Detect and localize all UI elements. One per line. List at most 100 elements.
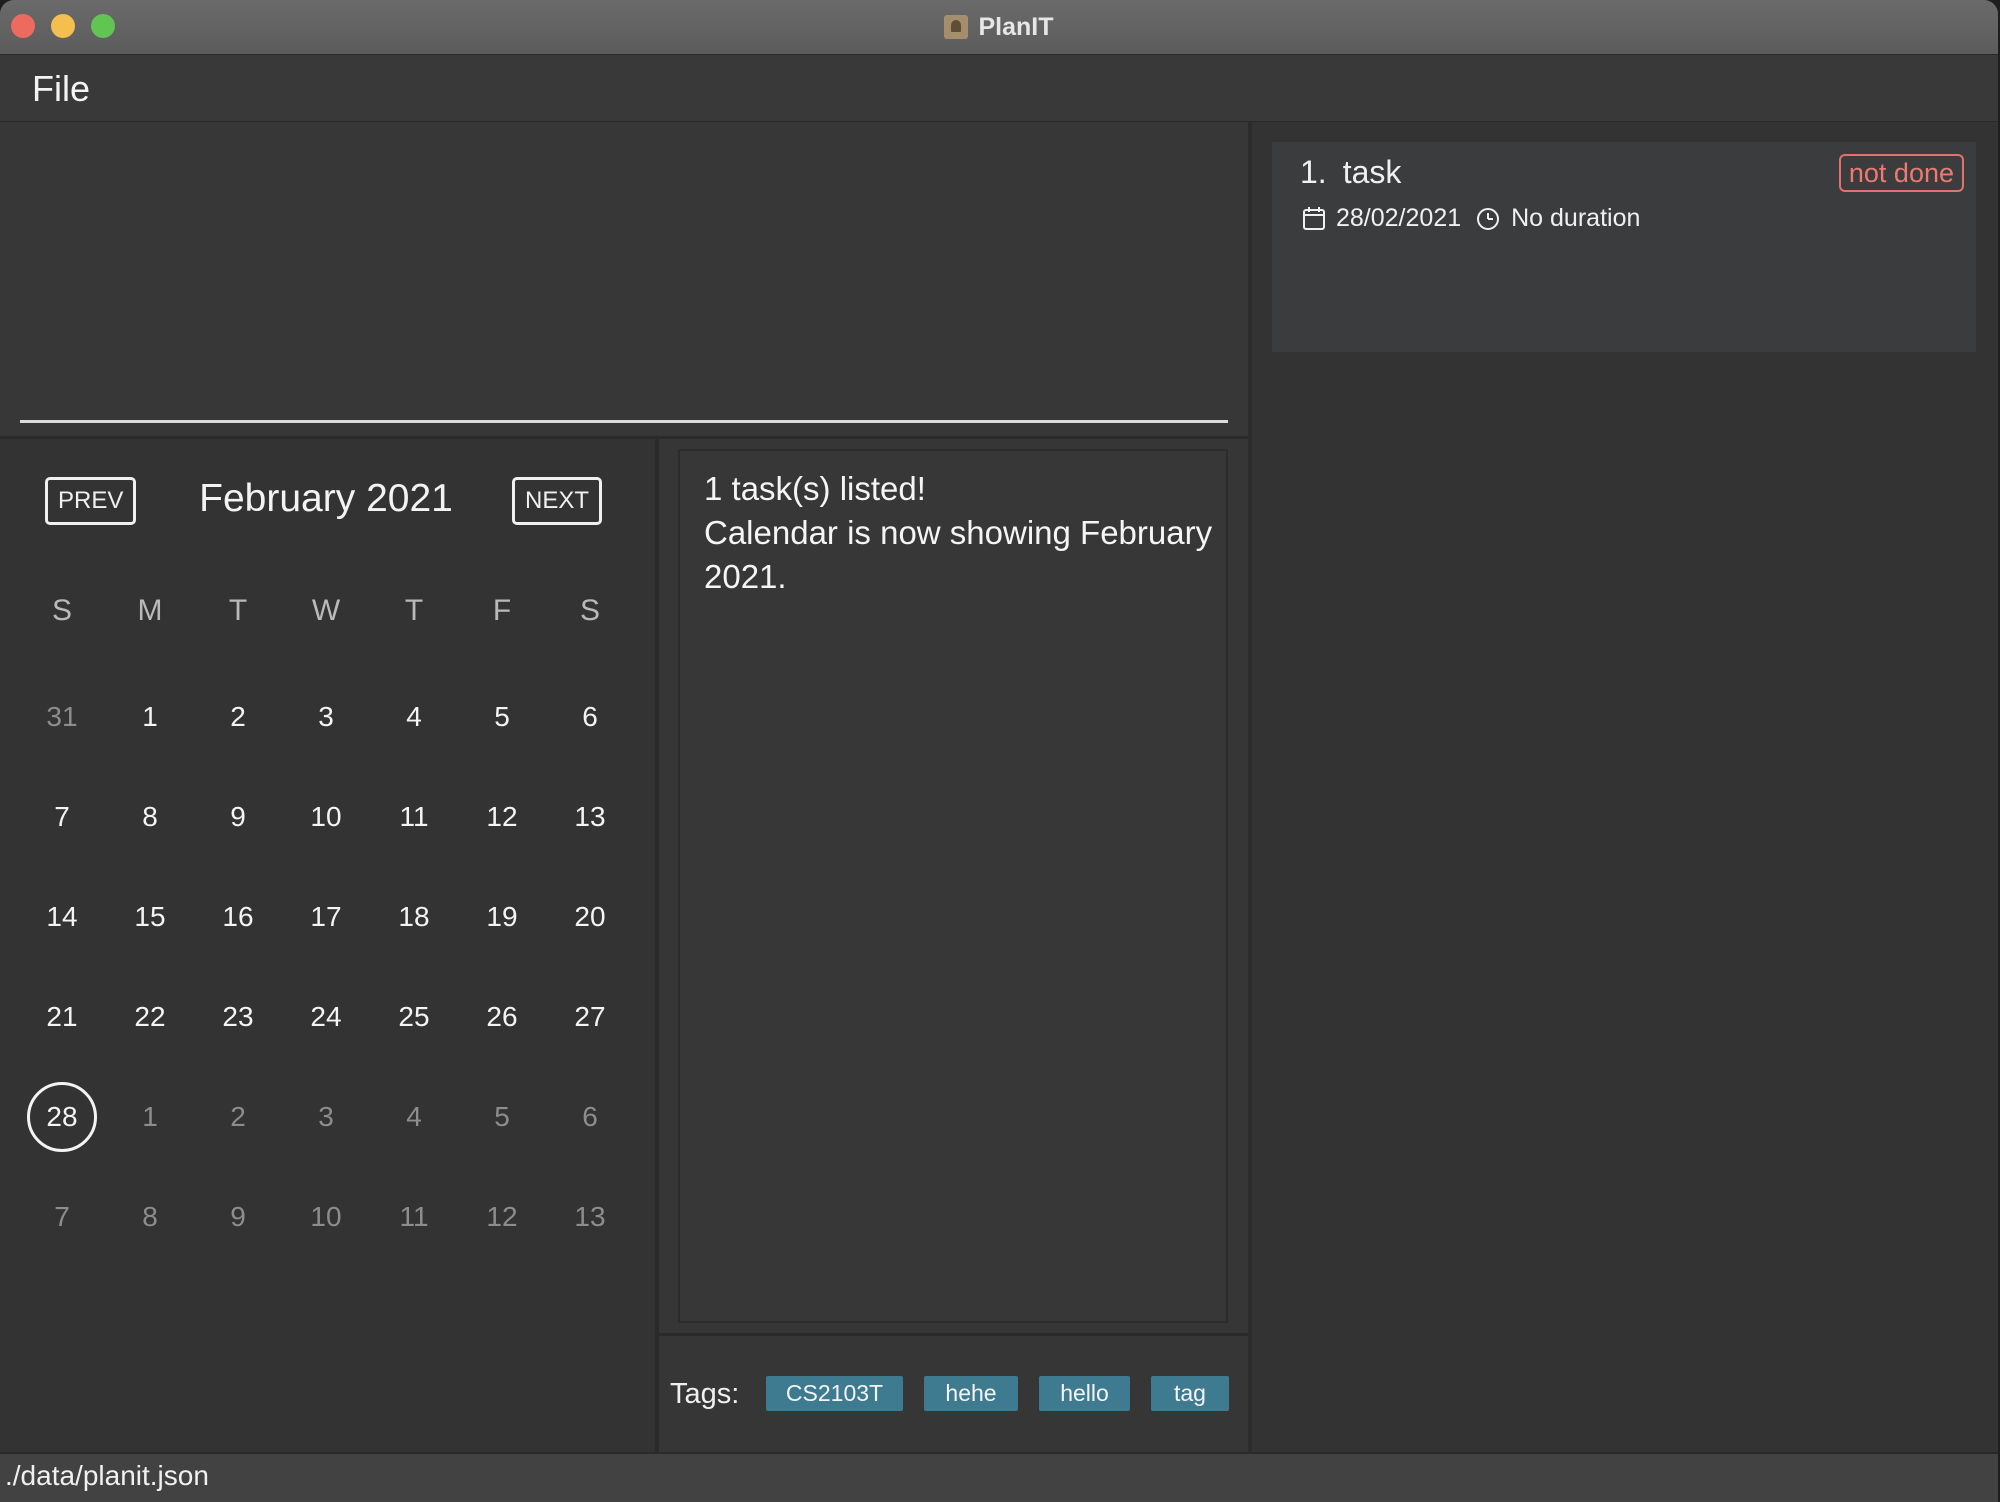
calendar-day[interactable]: 13 bbox=[546, 767, 634, 867]
calendar-day[interactable]: 2 bbox=[194, 667, 282, 767]
result-display: 1 task(s) listed! Calendar is now showin… bbox=[678, 449, 1228, 1323]
calendar-day-label: 8 bbox=[142, 1201, 158, 1232]
calendar-day-label: 2 bbox=[230, 701, 246, 732]
calendar-day[interactable]: 8 bbox=[106, 767, 194, 867]
calendar-day[interactable]: 1 bbox=[106, 1067, 194, 1167]
calendar-day[interactable]: 4 bbox=[370, 667, 458, 767]
calendar-day-label: 3 bbox=[318, 701, 334, 732]
calendar-day-label: 13 bbox=[574, 801, 606, 832]
month-title: February 2021 bbox=[199, 477, 453, 520]
task-index: 1. bbox=[1300, 154, 1327, 190]
calendar-day[interactable]: 24 bbox=[282, 967, 370, 1067]
calendar-day-label: 11 bbox=[399, 801, 429, 832]
calendar-day[interactable]: 27 bbox=[546, 967, 634, 1067]
calendar-day[interactable]: 13 bbox=[546, 1167, 634, 1267]
calendar-day-label: 6 bbox=[582, 701, 598, 732]
calendar-day[interactable]: 11 bbox=[370, 767, 458, 867]
calendar-day[interactable]: 10 bbox=[282, 1167, 370, 1267]
calendar-day[interactable]: 22 bbox=[106, 967, 194, 1067]
calendar-day-label: 7 bbox=[54, 1201, 70, 1232]
calendar-day-today[interactable]: 28 bbox=[18, 1067, 106, 1167]
clock-icon bbox=[1475, 206, 1501, 232]
tag-chip[interactable]: hello bbox=[1039, 1376, 1130, 1411]
calendar-day-label: 1 bbox=[142, 1101, 158, 1132]
weekday-sat: S bbox=[579, 594, 600, 627]
feedback-line-2: Calendar is now showing February 2021. bbox=[704, 514, 1213, 595]
prev-month-button[interactable]: PREV bbox=[45, 477, 137, 525]
task-title-row: 1. task bbox=[1300, 154, 1401, 191]
calendar-day[interactable]: 4 bbox=[370, 1067, 458, 1167]
calendar-day-label: 26 bbox=[486, 1001, 518, 1032]
weekday-fri: F bbox=[492, 594, 512, 627]
calendar-day-label: 1 bbox=[142, 701, 158, 732]
calendar-day[interactable]: 6 bbox=[546, 667, 634, 767]
tag-chip[interactable]: CS2103T bbox=[766, 1376, 903, 1411]
calendar-day[interactable]: 25 bbox=[370, 967, 458, 1067]
tag-chip[interactable]: hehe bbox=[924, 1376, 1018, 1411]
title-wrap: PlanIT bbox=[0, 0, 1998, 54]
calendar-day[interactable]: 19 bbox=[458, 867, 546, 967]
calendar-day-label: 10 bbox=[310, 1201, 342, 1232]
calendar-day-label: 2 bbox=[230, 1101, 246, 1132]
calendar-day-label: 22 bbox=[134, 1001, 166, 1032]
calendar-day-label: 4 bbox=[406, 701, 422, 732]
command-area[interactable] bbox=[0, 122, 1248, 435]
calendar-day-label: 16 bbox=[222, 901, 254, 932]
calendar-day-label: 20 bbox=[574, 901, 606, 932]
calendar-day[interactable]: 9 bbox=[194, 767, 282, 867]
calendar-day[interactable]: 3 bbox=[282, 1067, 370, 1167]
feedback-panel: 1 task(s) listed! Calendar is now showin… bbox=[659, 436, 1248, 1334]
calendar-day[interactable]: 17 bbox=[282, 867, 370, 967]
calendar-day[interactable]: 2 bbox=[194, 1067, 282, 1167]
calendar-day[interactable]: 12 bbox=[458, 1167, 546, 1267]
calendar-day[interactable]: 7 bbox=[18, 767, 106, 867]
calendar-day[interactable]: 5 bbox=[458, 667, 546, 767]
calendar-day[interactable]: 16 bbox=[194, 867, 282, 967]
calendar-day[interactable]: 5 bbox=[458, 1067, 546, 1167]
calendar-day-label: 8 bbox=[142, 801, 158, 832]
calendar-day-label: 13 bbox=[574, 1201, 606, 1232]
task-list-panel: 1. task not done 28/02/2021 No duration bbox=[1248, 122, 1998, 1452]
calendar-day[interactable]: 26 bbox=[458, 967, 546, 1067]
calendar-day[interactable]: 10 bbox=[282, 767, 370, 867]
calendar-day-label: 6 bbox=[582, 1101, 598, 1132]
calendar-day-label: 19 bbox=[486, 901, 518, 932]
calendar-day[interactable]: 7 bbox=[18, 1167, 106, 1267]
task-meta: 28/02/2021 No duration bbox=[1302, 204, 1640, 233]
feedback-text: 1 task(s) listed! Calendar is now showin… bbox=[704, 467, 1214, 599]
calendar-day-label: 14 bbox=[46, 901, 78, 932]
next-month-button[interactable]: NEXT bbox=[512, 477, 603, 525]
calendar-day[interactable]: 21 bbox=[18, 967, 106, 1067]
menu-file[interactable]: File bbox=[32, 68, 90, 110]
task-card[interactable]: 1. task not done 28/02/2021 No duration bbox=[1272, 142, 1976, 352]
menu-bar: File bbox=[0, 55, 1998, 123]
tags-label: Tags: bbox=[670, 1378, 740, 1410]
app-icon bbox=[944, 15, 969, 39]
calendar-day[interactable]: 6 bbox=[546, 1067, 634, 1167]
calendar-day[interactable]: 20 bbox=[546, 867, 634, 967]
calendar-day-label: 23 bbox=[222, 1001, 254, 1032]
calendar-day[interactable]: 12 bbox=[458, 767, 546, 867]
weekday-sun: S bbox=[51, 594, 72, 627]
calendar-day[interactable]: 23 bbox=[194, 967, 282, 1067]
status-bar: ./data/planit.json bbox=[0, 1452, 1998, 1502]
calendar-day-label: 12 bbox=[486, 1201, 518, 1232]
calendar-day[interactable]: 11 bbox=[370, 1167, 458, 1267]
tags-bar: Tags: CS2103T hehe hello tag bbox=[659, 1333, 1248, 1454]
calendar-day[interactable]: 15 bbox=[106, 867, 194, 967]
calendar-day[interactable]: 14 bbox=[18, 867, 106, 967]
weekday-wed: W bbox=[311, 594, 341, 627]
calendar-day[interactable]: 31 bbox=[18, 667, 106, 767]
calendar-day-label: 9 bbox=[230, 801, 246, 832]
calendar-day-label: 24 bbox=[310, 1001, 342, 1032]
calendar-day[interactable]: 1 bbox=[106, 667, 194, 767]
calendar-day[interactable]: 3 bbox=[282, 667, 370, 767]
tag-chip[interactable]: tag bbox=[1151, 1376, 1229, 1411]
status-file-path: ./data/planit.json bbox=[5, 1460, 209, 1491]
calendar-day[interactable]: 9 bbox=[194, 1167, 282, 1267]
weekday-tue: T bbox=[228, 594, 248, 627]
calendar-day[interactable]: 8 bbox=[106, 1167, 194, 1267]
task-duration: No duration bbox=[1511, 204, 1641, 232]
calendar-day[interactable]: 18 bbox=[370, 867, 458, 967]
title-bar[interactable]: PlanIT bbox=[0, 0, 1998, 55]
